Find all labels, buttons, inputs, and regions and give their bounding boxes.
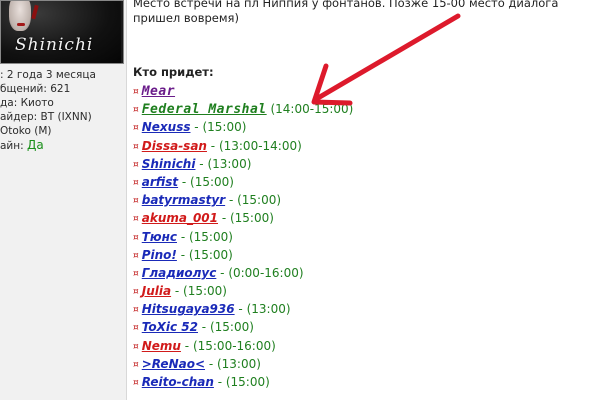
- attendee-time: (15:00): [225, 375, 270, 389]
- attendee-time: (13:00-14:00): [218, 138, 302, 153]
- attendee-nick-link[interactable]: batyrmastyr: [142, 193, 225, 207]
- arrow-shaft: [315, 13, 461, 101]
- attendee-time: (13:00): [207, 156, 252, 171]
- separator-dash: -: [234, 302, 247, 317]
- bullet-icon: ¤: [133, 305, 139, 316]
- separator-dash: -: [190, 120, 203, 135]
- attendee-time: (15:00): [188, 229, 233, 244]
- info-gender: Otoko (M): [0, 125, 52, 137]
- attendee-item: ¤ Тюнс - (15:00): [133, 228, 353, 246]
- bullet-icon: ¤: [133, 105, 139, 116]
- info-online: айн: Да: [0, 138, 96, 153]
- bullet-icon: ¤: [133, 250, 139, 261]
- info-provider: айдер: BT (IXNN): [0, 111, 92, 123]
- avatar-face: [9, 1, 31, 31]
- attendee-item: ¤ batyrmastyr - (15:00): [133, 191, 353, 209]
- attendee-item: ¤ ToXic 52 - (15:00): [133, 318, 353, 336]
- attendees-heading: Кто придет:: [133, 65, 214, 79]
- info-stay: : 2 года 3 месяца: [0, 69, 96, 81]
- bullet-icon: ¤: [133, 214, 139, 225]
- attendee-time: (15:00): [209, 320, 254, 335]
- bullet-icon: ¤: [133, 341, 139, 352]
- separator-dash: -: [205, 356, 217, 371]
- separator-dash: -: [213, 375, 226, 389]
- separator-dash: -: [206, 138, 219, 153]
- attendee-nick-link[interactable]: Гладиолус: [142, 266, 217, 280]
- attendee-time: (15:00): [202, 120, 247, 135]
- bullet-icon: ¤: [133, 323, 139, 334]
- avatar-lip: [17, 23, 25, 26]
- attendee-item: ¤ arfist - (15:00): [133, 173, 353, 191]
- attendee-item: ¤ Pino! - (15:00): [133, 246, 353, 264]
- bullet-icon: ¤: [133, 196, 139, 207]
- attendee-nick-link[interactable]: akuma_001: [142, 211, 218, 225]
- attendee-time: (13:00): [246, 302, 291, 317]
- attendee-nick-link[interactable]: Julia: [142, 284, 171, 298]
- attendee-time: (15:00): [190, 174, 234, 189]
- attendee-nick-link[interactable]: Nexuss: [142, 120, 191, 134]
- attendee-item: ¤ Dissa-san - (13:00-14:00): [133, 137, 353, 155]
- bullet-icon: ¤: [133, 123, 139, 134]
- bullet-icon: ¤: [133, 177, 139, 188]
- attendee-nick-link[interactable]: Nemu: [142, 339, 181, 353]
- separator-dash: -: [197, 320, 210, 335]
- separator-dash: -: [216, 265, 229, 280]
- attendee-time: (15:00): [183, 284, 227, 299]
- attendee-time: (15:00): [188, 247, 233, 262]
- attendee-time: (15:00-16:00): [192, 338, 276, 353]
- attendee-item: ¤ Shinichi - (13:00): [133, 155, 353, 173]
- post-text-line2: пришел вовремя): [133, 11, 239, 25]
- attendee-nick-link[interactable]: Federal Marshal: [142, 102, 267, 117]
- separator-dash: -: [195, 156, 208, 171]
- separator-dash: -: [180, 338, 193, 353]
- attendee-item: ¤ >ReNao< - (13:00): [133, 355, 353, 373]
- attendee-item: ¤ Reito-chan - (15:00): [133, 373, 353, 391]
- bullet-icon: ¤: [133, 87, 139, 97]
- attendee-nick-link[interactable]: Reito-chan: [142, 375, 214, 389]
- attendee-nick-link[interactable]: Hitsugaya936: [142, 302, 235, 316]
- online-status-yes: Да: [27, 138, 44, 152]
- user-profile-column: Shinichi : 2 года 3 месяца бщений: 621 д…: [0, 0, 127, 400]
- attendee-item: ¤ Julia - (15:00): [133, 282, 353, 300]
- attendee-nick-link[interactable]: Shinichi: [142, 157, 196, 171]
- red-arrow-annotation: [311, 13, 461, 106]
- attendee-item: ¤ Гладиолус - (0:00-16:00): [133, 264, 353, 282]
- attendee-nick-link[interactable]: Mear: [142, 84, 175, 99]
- info-city: да: Киото: [0, 97, 54, 109]
- attendee-nick-link[interactable]: arfist: [142, 175, 178, 189]
- user-info: : 2 года 3 месяца бщений: 621 да: Киото …: [0, 68, 96, 153]
- attendee-nick-link[interactable]: >ReNao<: [142, 357, 205, 371]
- attendee-time: (0:00-16:00): [228, 265, 304, 280]
- bullet-icon: ¤: [133, 359, 139, 370]
- bullet-icon: ¤: [133, 232, 139, 243]
- separator-dash: -: [176, 247, 189, 262]
- bullet-icon: ¤: [133, 141, 139, 152]
- attendee-item: ¤ akuma_001 - (15:00): [133, 209, 353, 227]
- avatar-signature: Shinichi: [15, 35, 94, 55]
- separator-dash: -: [218, 211, 230, 226]
- attendee-nick-link[interactable]: Dissa-san: [142, 139, 207, 153]
- attendee-item: ¤ Hitsugaya936 - (13:00): [133, 300, 353, 318]
- separator-dash: -: [177, 229, 189, 244]
- attendee-nick-link[interactable]: Тюнс: [142, 230, 177, 244]
- bullet-icon: ¤: [133, 287, 139, 298]
- info-posts: бщений: 621: [0, 83, 71, 95]
- attendee-time: (15:00): [229, 211, 274, 226]
- bullet-icon: ¤: [133, 378, 139, 388]
- info-online-label: айн:: [0, 140, 27, 152]
- attendees-list: ¤ Mear ¤ Federal Marshal (14:00-15:00) ¤ Nexu…: [133, 82, 353, 391]
- bullet-icon: ¤: [133, 268, 139, 279]
- attendee-time: (13:00): [216, 356, 261, 371]
- attendee-item: ¤ Nemu - (15:00-16:00): [133, 337, 353, 355]
- separator-dash: -: [178, 174, 191, 189]
- attendee-item: ¤ Nexuss - (15:00): [133, 118, 353, 136]
- attendee-nick-link[interactable]: ToXic 52: [142, 320, 198, 334]
- separator-dash: -: [171, 284, 184, 299]
- attendee-nick-link[interactable]: Pino!: [142, 248, 177, 262]
- attendee-time: (15:00): [237, 193, 282, 208]
- separator-dash: -: [225, 193, 238, 208]
- bullet-icon: ¤: [133, 159, 139, 170]
- avatar[interactable]: Shinichi: [0, 0, 124, 64]
